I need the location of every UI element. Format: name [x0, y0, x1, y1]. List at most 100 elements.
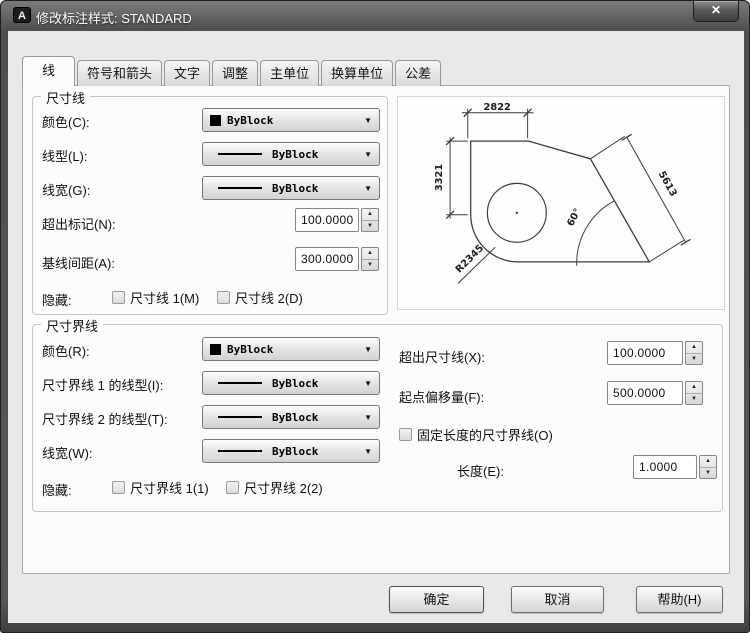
ext-lineweight-dropdown[interactable]: ByBlock ▼ — [202, 439, 380, 463]
ext-linetype1-value: ByBlock — [272, 376, 319, 390]
spinner-buttons[interactable]: ▲ ▼ — [699, 455, 717, 479]
spinner-down-icon[interactable]: ▼ — [362, 221, 378, 232]
help-button[interactable]: 帮助(H) — [636, 586, 723, 613]
extend-beyond-ticks-spinner: 100.0000 ▲ ▼ — [295, 208, 379, 232]
autocad-app-icon: A — [13, 7, 31, 23]
dim-suppress-label: 隐藏: — [42, 293, 72, 308]
ext-color-label: 颜色(R): — [42, 344, 90, 359]
titlebar[interactable]: A 修改标注样式: STANDARD ✕ — [1, 1, 749, 31]
suppress-dimline2-checkbox[interactable]: 尺寸线 2(D) — [217, 288, 303, 307]
lineweight-sample-icon — [218, 450, 262, 452]
dim-lineweight-label: 线宽(G): — [42, 183, 91, 198]
dropdown-arrow-icon: ▼ — [364, 412, 372, 422]
tab-text[interactable]: 文字 — [164, 60, 211, 86]
ok-button[interactable]: 确定 — [389, 586, 484, 613]
checkbox-icon[interactable] — [112, 481, 125, 494]
suppress-extline2-checkbox[interactable]: 尺寸界线 2(2) — [226, 478, 323, 497]
spinner-buttons[interactable]: ▲ ▼ — [685, 381, 703, 405]
dropdown-arrow-icon: ▼ — [364, 149, 372, 159]
extend-beyond-dimlines-label: 超出尺寸线(X): — [399, 350, 485, 365]
dropdown-arrow-icon: ▼ — [364, 344, 372, 354]
dim-lineweight-dropdown[interactable]: ByBlock ▼ — [202, 176, 380, 200]
dim-text-angle: 60° — [565, 207, 583, 229]
linetype-sample-icon — [218, 153, 262, 155]
color-swatch-icon — [210, 114, 221, 126]
lineweight-sample-icon — [218, 187, 262, 189]
tick-mark — [680, 238, 691, 246]
tab-tolerances[interactable]: 公差 — [395, 60, 442, 86]
spinner-up-icon[interactable]: ▲ — [700, 456, 716, 468]
fixed-length-extlines-checkbox[interactable]: 固定长度的尺寸界线(O) — [399, 425, 553, 444]
dropdown-arrow-icon: ▼ — [364, 378, 372, 388]
spinner-buttons[interactable]: ▲ ▼ — [361, 208, 379, 232]
checkbox-icon[interactable] — [112, 291, 125, 304]
ext-color-dropdown[interactable]: ByBlock ▼ — [202, 337, 380, 361]
tab-bar: 线 符号和箭头 文字 调整 主单位 换算单位 公差 — [22, 56, 443, 86]
spinner-buttons[interactable]: ▲ ▼ — [361, 247, 379, 271]
ext-linetype1-dropdown[interactable]: ByBlock ▼ — [202, 371, 380, 395]
checkbox-icon[interactable] — [399, 428, 412, 441]
ext-linetype2-label: 尺寸界线 2 的线型(T): — [42, 412, 168, 427]
checkbox-icon[interactable] — [217, 291, 230, 304]
preview-circle-center — [515, 211, 519, 214]
spinner-down-icon[interactable]: ▼ — [686, 354, 702, 365]
dropdown-arrow-icon: ▼ — [364, 183, 372, 193]
length-spinner: 1.0000 ▲ ▼ — [633, 455, 717, 479]
spinner-down-icon[interactable]: ▼ — [700, 468, 716, 479]
group-dimension-line-title: 尺寸线 — [41, 88, 91, 107]
cancel-button[interactable]: 取消 — [511, 586, 604, 613]
extend-beyond-dimlines-field[interactable]: 100.0000 — [607, 341, 683, 365]
preview-shape-outline — [470, 140, 651, 263]
window-title: 修改标注样式: STANDARD — [36, 11, 192, 26]
close-button[interactable]: ✕ — [693, 1, 739, 22]
offset-from-origin-field[interactable]: 500.0000 — [607, 381, 683, 405]
tab-symbols-arrows[interactable]: 符号和箭头 — [77, 60, 163, 86]
spinner-down-icon[interactable]: ▼ — [362, 260, 378, 271]
linetype-sample-icon — [218, 382, 262, 384]
offset-from-origin-label: 起点偏移量(F): — [399, 390, 485, 405]
dimension-style-preview: 2822 3321 5613 60° R2345 — [397, 96, 725, 310]
extension-line — [590, 135, 626, 160]
dim-linetype-label: 线型(L): — [42, 149, 88, 164]
color-swatch-icon — [210, 343, 221, 355]
tab-alternate-units[interactable]: 换算单位 — [321, 60, 394, 86]
suppress-extline1-checkbox[interactable]: 尺寸界线 1(1) — [112, 478, 209, 497]
ext-linetype1-label: 尺寸界线 1 的线型(I): — [42, 378, 164, 393]
spinner-up-icon[interactable]: ▲ — [362, 248, 378, 260]
tab-lines[interactable]: 线 — [22, 56, 76, 86]
ext-lineweight-label: 线宽(W): — [42, 446, 93, 461]
dim-color-dropdown[interactable]: ByBlock ▼ — [202, 108, 380, 132]
fixed-length-extlines-label: 固定长度的尺寸界线(O) — [417, 428, 553, 443]
group-extension-line: 尺寸界线 颜色(R): ByBlock ▼ 尺寸界线 1 的线型(I): ByB… — [32, 316, 723, 512]
spinner-up-icon[interactable]: ▲ — [686, 382, 702, 394]
baseline-spacing-field[interactable]: 300.0000 — [295, 247, 359, 271]
length-field[interactable]: 1.0000 — [633, 455, 697, 479]
group-dimension-line: 尺寸线 颜色(C): ByBlock ▼ 线型(L): ByBlock ▼ 线宽… — [32, 88, 388, 315]
dropdown-arrow-icon: ▼ — [364, 446, 372, 456]
dim-linetype-value: ByBlock — [272, 147, 319, 161]
suppress-dimline1-checkbox[interactable]: 尺寸线 1(M) — [112, 288, 199, 307]
dim-linetype-dropdown[interactable]: ByBlock ▼ — [202, 142, 380, 166]
tab-fit[interactable]: 调整 — [212, 60, 259, 86]
dim-text-radius: R2345 — [454, 243, 487, 276]
ext-linetype2-dropdown[interactable]: ByBlock ▼ — [202, 405, 380, 429]
spinner-down-icon[interactable]: ▼ — [686, 394, 702, 405]
spinner-buttons[interactable]: ▲ ▼ — [685, 341, 703, 365]
extend-beyond-ticks-field[interactable]: 100.0000 — [295, 208, 359, 232]
offset-from-origin-spinner: 500.0000 ▲ ▼ — [607, 381, 703, 405]
dialog-window: A 修改标注样式: STANDARD ✕ 线 符号和箭头 文字 调整 主单位 换… — [0, 0, 750, 633]
spinner-up-icon[interactable]: ▲ — [686, 342, 702, 354]
ext-lineweight-value: ByBlock — [272, 444, 319, 458]
checkbox-icon[interactable] — [226, 481, 239, 494]
suppress-dimline1-label: 尺寸线 1(M) — [130, 291, 200, 306]
spinner-up-icon[interactable]: ▲ — [362, 209, 378, 221]
tab-primary-units[interactable]: 主单位 — [260, 60, 320, 86]
dim-color-label: 颜色(C): — [42, 115, 90, 130]
baseline-spacing-spinner: 300.0000 ▲ ▼ — [295, 247, 379, 271]
baseline-spacing-label: 基线间距(A): — [42, 256, 115, 271]
ext-linetype2-value: ByBlock — [272, 410, 319, 424]
dropdown-arrow-icon: ▼ — [364, 115, 372, 125]
suppress-dimline2-label: 尺寸线 2(D) — [235, 291, 303, 306]
length-label: 长度(E): — [457, 464, 504, 479]
extension-line — [649, 239, 684, 263]
